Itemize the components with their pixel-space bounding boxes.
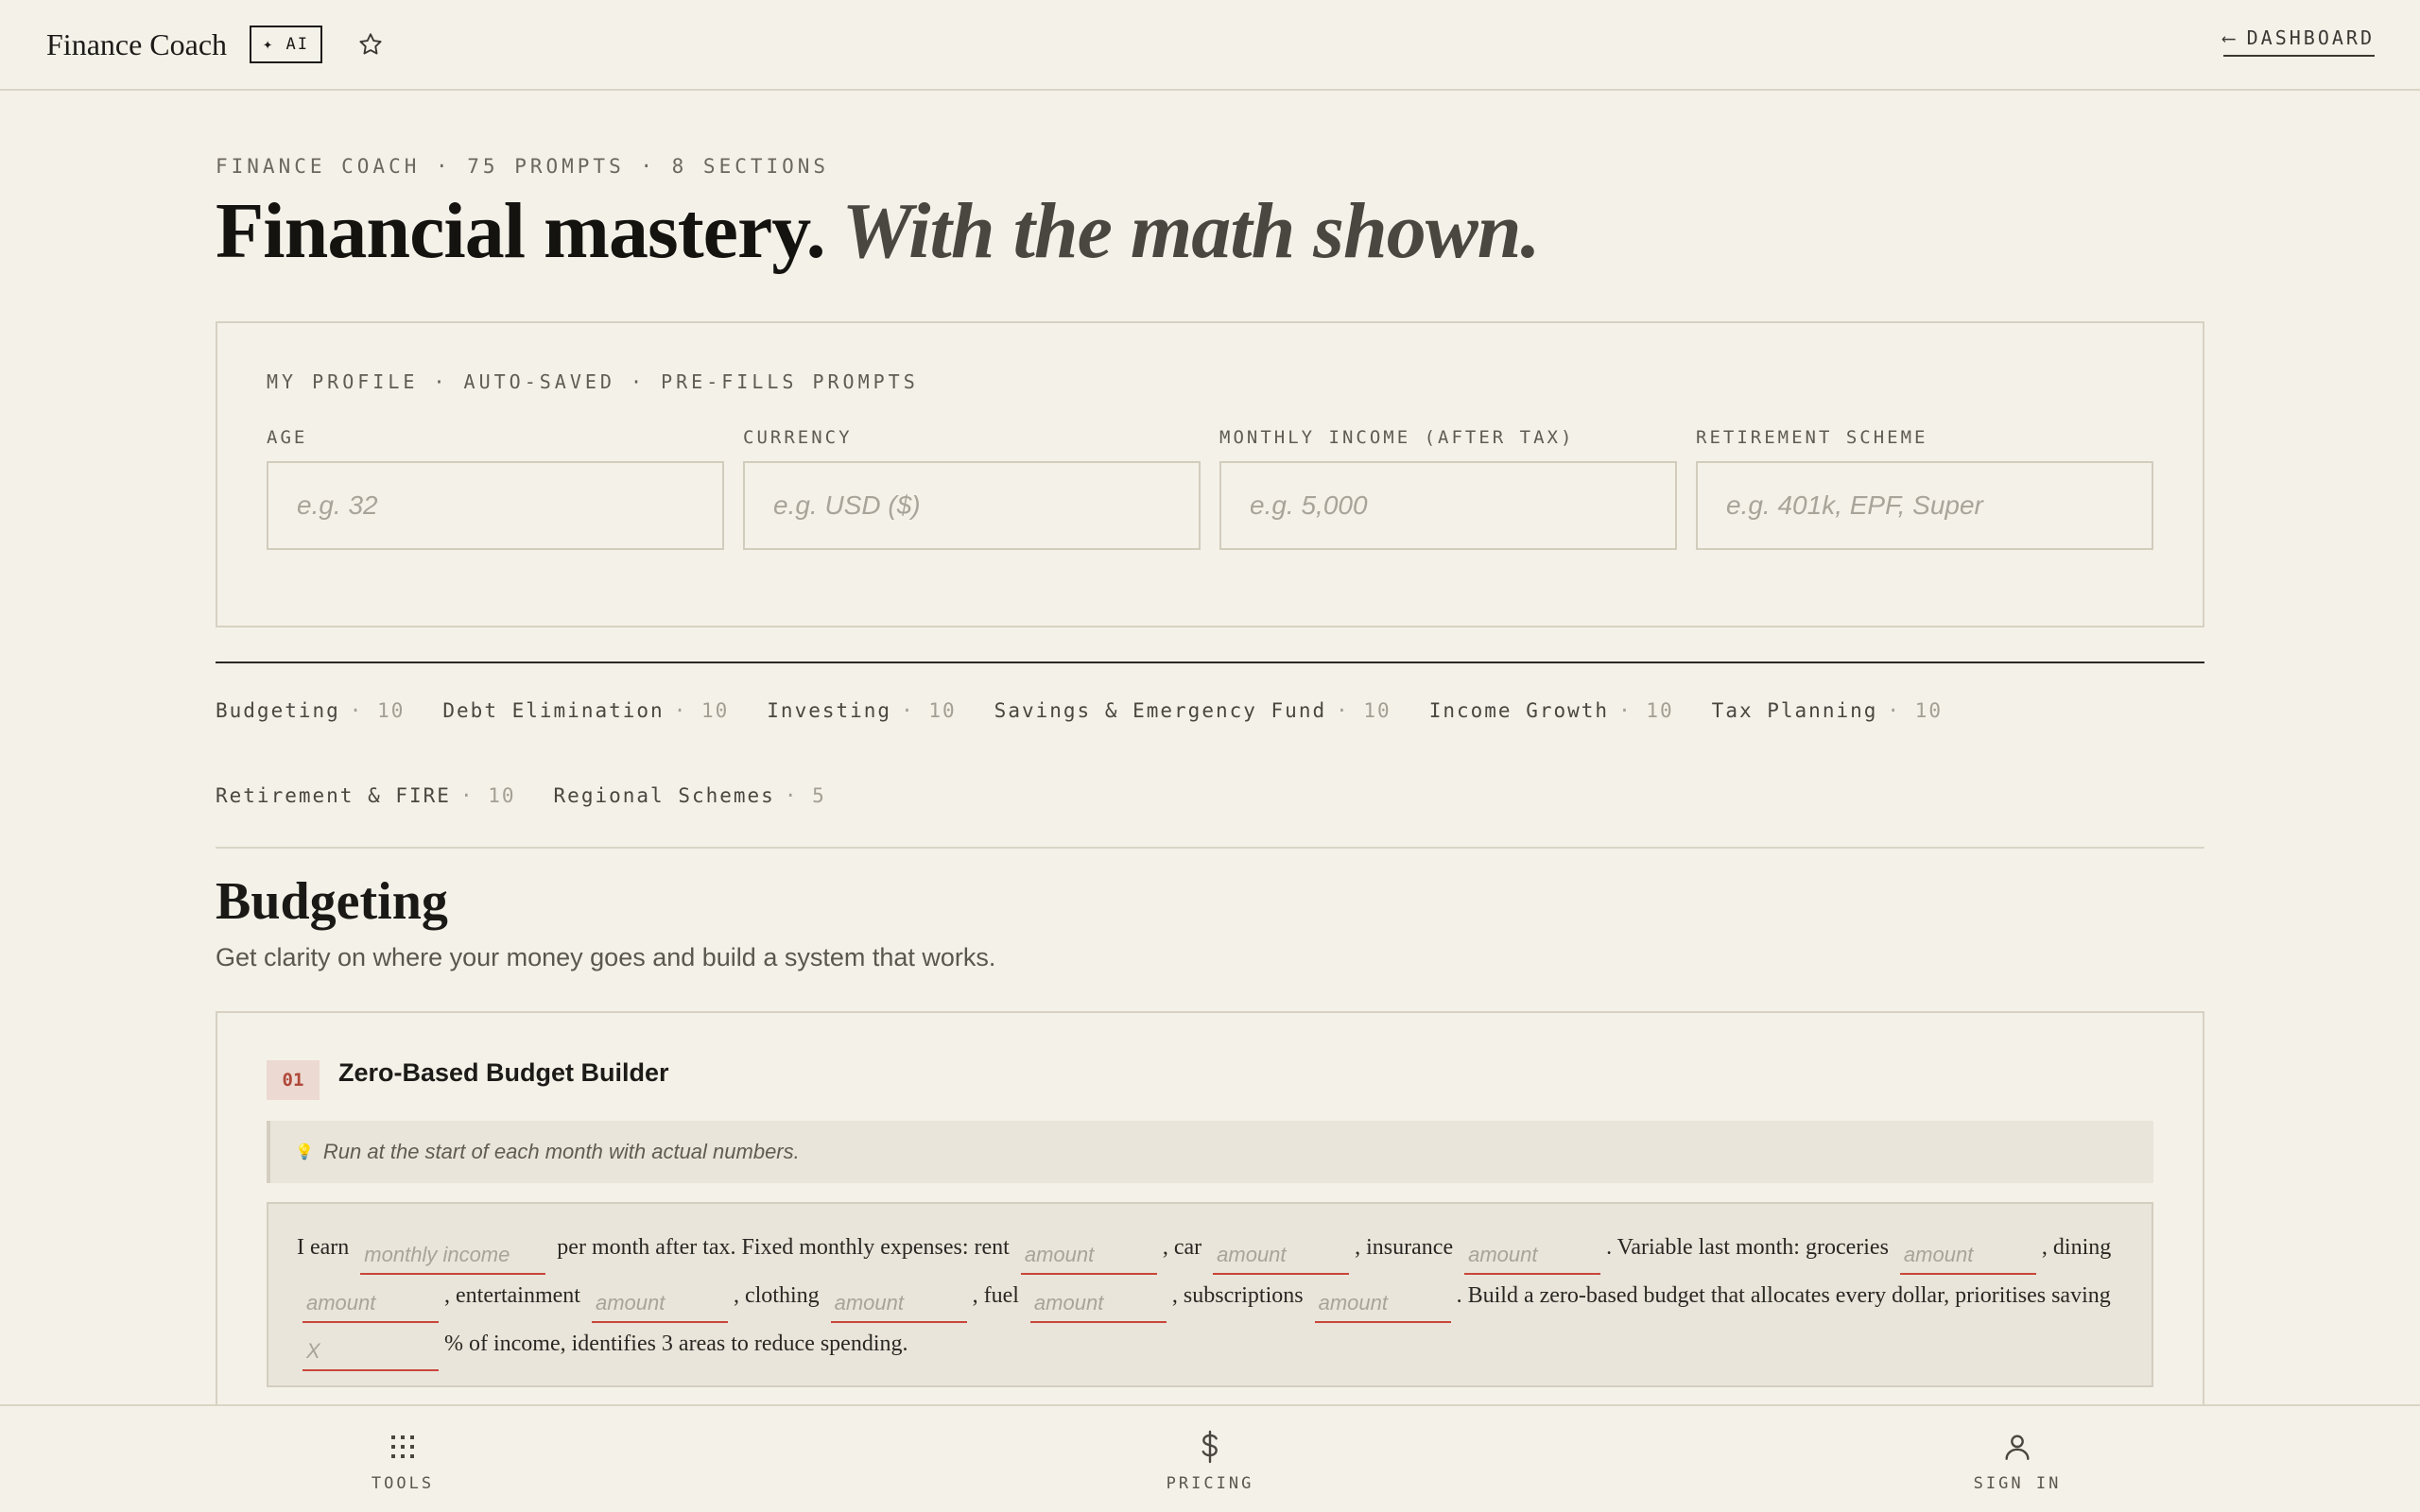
- prompt-title: Zero-Based Budget Builder: [338, 1058, 669, 1087]
- page-title: Financial mastery. With the math shown.: [216, 185, 1541, 277]
- blank-dining[interactable]: amount: [302, 1289, 439, 1323]
- tab-label: Investing: [767, 699, 892, 722]
- currency-field: CURRENCY: [743, 427, 1201, 550]
- profile-eyebrow: MY PROFILE · AUTO-SAVED · PRE-FILLS PROM…: [267, 370, 919, 393]
- tab-count: 10: [1336, 699, 1392, 722]
- age-input[interactable]: [267, 461, 724, 550]
- tab-label: Income Growth: [1428, 699, 1610, 722]
- headline-main: Financial mastery.: [216, 187, 826, 275]
- category-tabs-row-2: Retirement & FIRE 10 Regional Schemes 5: [216, 784, 826, 807]
- blank-car[interactable]: amount: [1213, 1241, 1350, 1275]
- tab-label: Tax Planning: [1711, 699, 1878, 722]
- blank-subscriptions[interactable]: amount: [1314, 1289, 1451, 1323]
- prompt-text: . Variable last month: groceries: [1606, 1235, 1889, 1260]
- income-label: MONTHLY INCOME (AFTER TAX): [1219, 427, 1575, 448]
- user-icon: [2001, 1427, 2033, 1467]
- headline-italic: With the math shown.: [841, 187, 1541, 275]
- prompt-template: I earn monthly income per month after ta…: [267, 1202, 2153, 1387]
- dashboard-link[interactable]: ⟵ DASHBOARD: [2222, 26, 2375, 57]
- prompt-text: . Build a zero-based budget that allocat…: [1456, 1283, 2111, 1308]
- grid-icon: [388, 1427, 418, 1467]
- tab-count: 10: [1618, 699, 1674, 722]
- prompt-text: % of income, identifies 3 areas to reduc…: [444, 1332, 908, 1356]
- tab-label: Savings & Emergency Fund: [994, 699, 1327, 722]
- tab-debt-elimination[interactable]: Debt Elimination 10: [442, 699, 729, 722]
- lightbulb-icon: 💡: [295, 1144, 314, 1160]
- tab-savings[interactable]: Savings & Emergency Fund 10: [994, 699, 1392, 722]
- blank-insurance[interactable]: amount: [1464, 1241, 1601, 1275]
- tab-label: Retirement & FIRE: [216, 784, 451, 807]
- retirement-input[interactable]: [1696, 461, 2153, 550]
- retirement-label: RETIREMENT SCHEME: [1696, 427, 1928, 448]
- blank-savings-percent[interactable]: X: [302, 1337, 439, 1371]
- category-tabs: Budgeting 10 Debt Elimination 10 Investing…: [216, 699, 1943, 722]
- tab-regional-schemes[interactable]: Regional Schemes 5: [554, 784, 826, 807]
- top-bar: Finance Coach ✦ AI ⟵ DASHBOARD: [0, 0, 2420, 91]
- tab-count: 10: [1887, 699, 1943, 722]
- prompt-text: I earn: [297, 1235, 350, 1260]
- arrow-left-icon: ⟵: [2222, 26, 2238, 49]
- income-input[interactable]: [1219, 461, 1677, 550]
- tab-budgeting[interactable]: Budgeting 10: [216, 699, 405, 722]
- dollar-icon: [1195, 1427, 1225, 1467]
- tab-tax-planning[interactable]: Tax Planning 10: [1712, 699, 1943, 722]
- tab-count: 5: [785, 784, 826, 807]
- blank-clothing[interactable]: amount: [830, 1289, 967, 1323]
- nav-sign-in[interactable]: SIGN IN: [1951, 1427, 2083, 1493]
- currency-label: CURRENCY: [743, 427, 853, 448]
- star-icon[interactable]: [356, 30, 385, 59]
- prompt-text: , subscriptions: [1171, 1283, 1304, 1308]
- prompt-number-badge: 01: [267, 1060, 320, 1100]
- tab-label: Regional Schemes: [553, 784, 775, 807]
- tab-count: 10: [901, 699, 957, 722]
- divider: [216, 847, 2204, 849]
- tab-count: 10: [674, 699, 730, 722]
- tab-label: Debt Elimination: [442, 699, 665, 722]
- section-description: Get clarity on where your money goes and…: [216, 943, 996, 971]
- prompt-text: , insurance: [1355, 1235, 1454, 1260]
- tab-investing[interactable]: Investing 10: [767, 699, 956, 722]
- app-title[interactable]: Finance Coach: [46, 27, 227, 62]
- bottom-nav: TOOLS PRICING SIGN IN: [0, 1404, 2420, 1512]
- dashboard-link-label: DASHBOARD: [2246, 26, 2375, 49]
- tab-count: 10: [350, 699, 406, 722]
- ai-badge: ✦ AI: [250, 26, 322, 63]
- nav-sign-in-label: SIGN IN: [1973, 1474, 2062, 1493]
- nav-tools[interactable]: TOOLS: [337, 1427, 469, 1493]
- tab-retirement-fire[interactable]: Retirement & FIRE 10: [216, 784, 516, 807]
- retirement-field: RETIREMENT SCHEME: [1696, 427, 2153, 550]
- blank-monthly-income[interactable]: monthly income: [360, 1241, 546, 1275]
- prompt-text: , clothing: [733, 1283, 820, 1308]
- hero-eyebrow: FINANCE COACH · 75 PROMPTS · 8 SECTIONS: [216, 155, 830, 178]
- divider: [216, 662, 2204, 663]
- prompt-text: , dining: [2041, 1235, 2112, 1260]
- prompt-text: , entertainment: [444, 1283, 580, 1308]
- tab-income-growth[interactable]: Income Growth 10: [1429, 699, 1674, 722]
- blank-rent[interactable]: amount: [1020, 1241, 1157, 1275]
- currency-input[interactable]: [743, 461, 1201, 550]
- prompt-tip: 💡 Run at the start of each month with ac…: [267, 1121, 2153, 1183]
- prompt-text: , fuel: [972, 1283, 1019, 1308]
- blank-fuel[interactable]: amount: [1029, 1289, 1167, 1323]
- tab-count: 10: [460, 784, 516, 807]
- profile-panel: MY PROFILE · AUTO-SAVED · PRE-FILLS PROM…: [216, 321, 2204, 627]
- blank-groceries[interactable]: amount: [1899, 1241, 2036, 1275]
- prompt-text: per month after tax. Fixed monthly expen…: [557, 1235, 1010, 1260]
- tip-text: Run at the start of each month with actu…: [322, 1140, 800, 1163]
- section-title: Budgeting: [216, 872, 448, 931]
- nav-tools-label: TOOLS: [371, 1474, 435, 1493]
- age-label: AGE: [267, 427, 308, 448]
- income-field: MONTHLY INCOME (AFTER TAX): [1219, 427, 1677, 550]
- age-field: AGE: [267, 427, 724, 550]
- tab-label: Budgeting: [216, 699, 340, 722]
- nav-pricing-label: PRICING: [1166, 1474, 1254, 1493]
- nav-pricing[interactable]: PRICING: [1144, 1427, 1276, 1493]
- prompt-text: , car: [1162, 1235, 1202, 1260]
- blank-entertainment[interactable]: amount: [591, 1289, 728, 1323]
